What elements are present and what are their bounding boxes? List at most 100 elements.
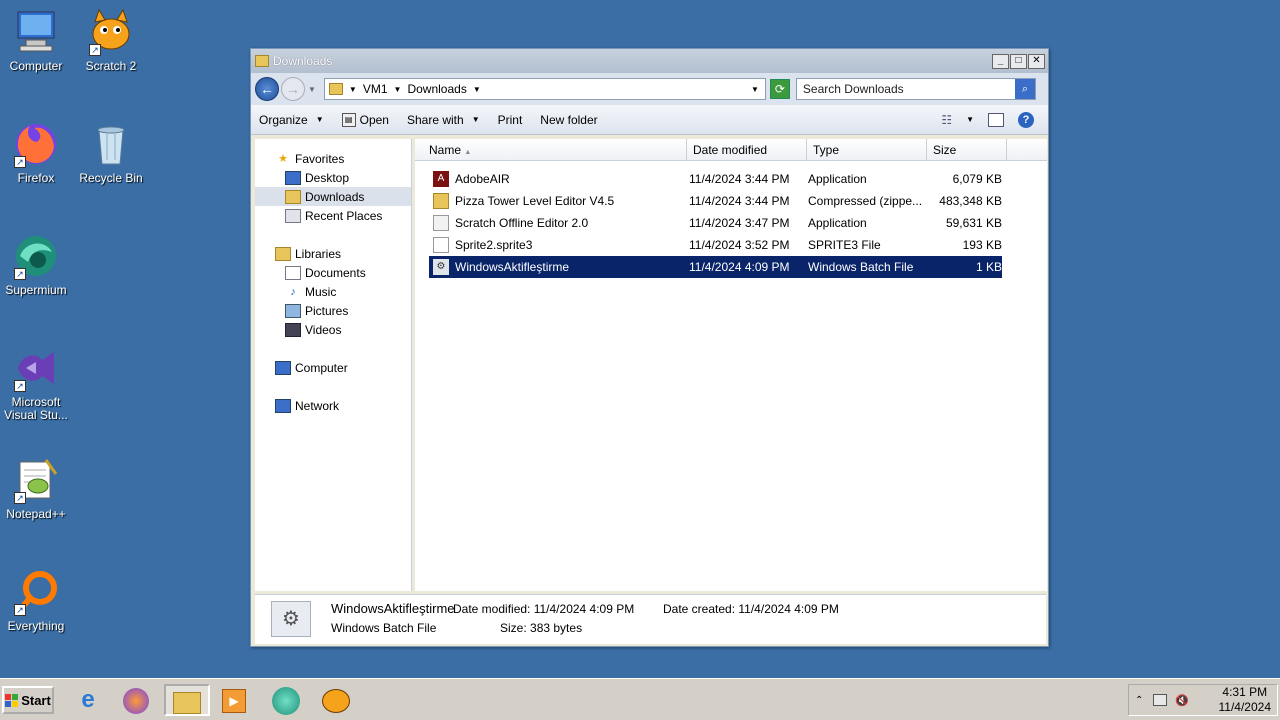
desktop-icon-everything[interactable]: ↗ Everything	[0, 568, 72, 633]
column-header-type[interactable]: Type	[807, 139, 927, 160]
nav-favorites[interactable]: ★ Favorites	[255, 149, 411, 168]
file-size: 6,079 KB	[952, 172, 1002, 186]
maximize-button[interactable]: □	[1010, 53, 1027, 69]
taskbar-windows-explorer[interactable]	[164, 684, 210, 716]
preview-pane-icon[interactable]	[988, 112, 1004, 127]
nav-music[interactable]: ♪ Music	[255, 282, 411, 301]
share-with-button[interactable]: Share with ▼	[407, 113, 480, 127]
show-hidden-icons-icon[interactable]: ⌃	[1135, 695, 1143, 706]
organize-button[interactable]: Organize ▼	[259, 113, 324, 127]
taskbar-supermium[interactable]	[270, 684, 302, 716]
chevron-down-icon[interactable]: ▼	[473, 85, 481, 94]
table-row[interactable]: Scratch Offline Editor 2.0 11/4/2024 3:4…	[429, 212, 1002, 234]
taskbar-internet-explorer[interactable]: e	[72, 684, 104, 716]
column-label: Name	[429, 143, 462, 157]
videos-icon	[285, 322, 301, 337]
table-row[interactable]: A AdobeAIR 11/4/2024 3:44 PM Application …	[429, 168, 1002, 190]
network-status-icon[interactable]	[1153, 694, 1168, 706]
search-icon[interactable]: ⌕	[1014, 79, 1035, 99]
desktop-icon-firefox[interactable]: ↗ Firefox	[0, 120, 72, 185]
address-history-dropdown-icon[interactable]: ▼	[751, 85, 759, 94]
command-bar: Organize ▼ ▤ Open Share with ▼ Print New fo…	[251, 105, 1048, 135]
nav-downloads[interactable]: Downloads	[255, 187, 411, 206]
title-bar[interactable]: Downloads _ □ ✕	[251, 49, 1048, 73]
nav-recent-places[interactable]: Recent Places	[255, 206, 411, 225]
file-type: Application	[808, 172, 867, 186]
help-icon[interactable]: ?	[1018, 111, 1034, 128]
column-label: Size	[933, 143, 957, 157]
folder-icon	[255, 55, 269, 67]
address-box[interactable]: ▼ VM1 ▼ Downloads ▼ ▼	[323, 78, 766, 100]
clock-date[interactable]: 11/4/2024	[1219, 700, 1272, 715]
change-view-icon[interactable]: ☷	[941, 113, 952, 127]
desktop-icon-visual-studio[interactable]: ↗ Microsoft Visual Stu...	[0, 344, 72, 422]
table-row[interactable]: ⚙ WindowsAktifleştirme 11/4/2024 4:09 PM …	[429, 256, 1002, 278]
back-button[interactable]: ←	[255, 77, 279, 101]
nav-label: Libraries	[295, 246, 342, 261]
desktop-icon-label: Recycle Bin	[79, 171, 143, 185]
file-date: 11/4/2024 4:09 PM	[689, 260, 790, 274]
shortcut-arrow-icon: ↗	[14, 604, 26, 616]
column-header-name[interactable]: Name ▲	[415, 139, 687, 160]
table-row[interactable]: Pizza Tower Level Editor V4.5 11/4/2024 …	[429, 190, 1002, 212]
organize-label: Organize	[259, 112, 308, 127]
column-header-date[interactable]: Date modified	[687, 139, 807, 160]
desktop-icon-label: Notepad++	[6, 507, 66, 521]
file-type: SPRITE3 File	[808, 238, 881, 252]
nav-desktop[interactable]: Desktop	[255, 168, 411, 187]
search-input[interactable]: Search Downloads ⌕	[795, 78, 1036, 100]
desktop-icon-supermium[interactable]: ↗ Supermium	[0, 232, 72, 297]
nav-libraries[interactable]: Libraries	[255, 244, 411, 263]
clock-time[interactable]: 4:31 PM	[1219, 685, 1272, 700]
desktop-icon-scratch-2[interactable]: ↗ Scratch 2	[75, 8, 147, 73]
scratch-cat-icon	[322, 688, 350, 713]
nav-label: Documents	[305, 265, 366, 280]
column-label: Date modified	[693, 143, 768, 157]
network-icon	[275, 398, 291, 413]
desktop-icon-recycle-bin[interactable]: Recycle Bin	[75, 120, 147, 185]
batch-file-gear-icon: ⚙	[271, 601, 311, 637]
volume-muted-icon[interactable]: 🔇	[1175, 694, 1189, 707]
desktop-icon-computer[interactable]: Computer	[0, 8, 72, 73]
recycle-bin-icon	[87, 120, 135, 168]
close-button[interactable]: ✕	[1028, 53, 1045, 69]
file-name: Scratch Offline Editor 2.0	[455, 216, 589, 230]
windows-logo-icon	[5, 693, 19, 707]
taskbar-scratch[interactable]	[320, 684, 352, 716]
print-button[interactable]: Print	[498, 113, 523, 127]
nav-pictures[interactable]: Pictures	[255, 301, 411, 320]
column-header-size[interactable]: Size	[927, 139, 1007, 160]
taskbar-firefox[interactable]	[120, 684, 152, 716]
file-type: Compressed (zippe...	[808, 194, 923, 208]
supermium-icon: ↗	[12, 232, 60, 280]
chevron-right-icon[interactable]: ▼	[394, 85, 402, 94]
open-button[interactable]: ▤ Open	[341, 112, 389, 127]
forward-button[interactable]: →	[281, 77, 305, 101]
file-type: Application	[808, 216, 867, 230]
minimize-button[interactable]: _	[992, 53, 1009, 69]
details-file-name: WindowsAktifleştirme	[331, 601, 455, 616]
taskbar: Start e ▶ ⌃ 🔇 4:31 PM 11/4/2024	[0, 678, 1280, 720]
table-row[interactable]: Sprite2.sprite3 11/4/2024 3:52 PM SPRITE…	[429, 234, 1002, 256]
new-folder-button[interactable]: New folder	[540, 113, 597, 127]
nav-documents[interactable]: Documents	[255, 263, 411, 282]
chevron-down-icon[interactable]: ▼	[966, 115, 974, 124]
nav-network[interactable]: Network	[255, 396, 411, 415]
breadcrumb-downloads[interactable]: Downloads	[407, 82, 466, 96]
chevron-right-icon[interactable]: ▼	[349, 85, 357, 94]
refresh-button[interactable]: ⟳	[769, 79, 790, 99]
taskbar-media-player[interactable]: ▶	[218, 684, 250, 716]
application-icon	[433, 215, 449, 231]
file-date: 11/4/2024 3:44 PM	[689, 172, 790, 186]
nav-videos[interactable]: Videos	[255, 320, 411, 339]
nav-label: Music	[305, 284, 337, 299]
start-button[interactable]: Start	[2, 686, 54, 714]
desktop-icon-notepad-plus-plus[interactable]: ↗ Notepad++	[0, 456, 72, 521]
file-date: 11/4/2024 3:47 PM	[689, 216, 790, 230]
details-date-modified: 11/4/2024 4:09 PM	[533, 602, 635, 616]
column-label: Type	[813, 143, 840, 157]
nav-computer[interactable]: Computer	[255, 358, 411, 377]
recent-pages-dropdown-icon[interactable]: ▼	[308, 85, 316, 94]
breadcrumb-vm1[interactable]: VM1	[363, 82, 388, 96]
desktop-icon	[285, 170, 301, 185]
